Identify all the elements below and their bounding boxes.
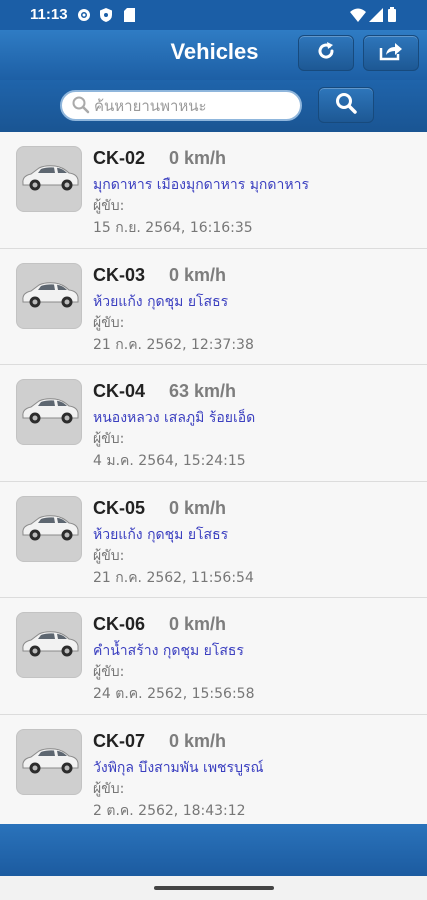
vehicle-driver: ผู้ขับ: (93, 198, 125, 214)
vehicle-plate: CK-02 (93, 148, 146, 168)
car-icon (16, 262, 82, 329)
car-icon (16, 379, 82, 445)
vehicle-plate: CK-04 (93, 381, 146, 401)
vehicle-speed: 0 km/h (169, 614, 227, 634)
battery-icon (388, 7, 396, 26)
signal-icon (369, 7, 383, 26)
vehicle-timestamp: 4 ม.ค. 2564, 15:24:15 (93, 453, 246, 469)
vehicle-speed: 0 km/h (169, 730, 227, 751)
vehicle-driver: ผู้ขับ: (93, 314, 125, 331)
vehicle-location: คำน้ำสร้าง กุดชุม ยโสธร (93, 643, 244, 659)
car-icon (16, 495, 82, 562)
settings-icon (77, 7, 91, 26)
shield-icon (100, 7, 112, 26)
vehicle-location: วังพิกุล บึงสามพัน เพชรบูรณ์ (93, 759, 264, 776)
vehicle-timestamp: 21 ก.ค. 2562, 11:56:54 (93, 569, 254, 586)
car-icon (16, 612, 82, 678)
vehicle-row[interactable]: CK-02 0 km/h มุกดาหาร เมืองมุกดาหาร มุกด… (0, 132, 427, 249)
search-field-icon (72, 96, 90, 118)
vehicle-list: CK-02 0 km/h มุกดาหาร เมืองมุกดาหาร มุกด… (0, 132, 427, 824)
vehicle-driver: ผู้ขับ: (93, 780, 125, 797)
vehicle-row[interactable]: CK-06 0 km/h คำน้ำสร้าง กุดชุม ยโสธร ผู้… (0, 598, 427, 715)
vehicle-location: มุกดาหาร เมืองมุกดาหาร มุกดาหาร (93, 177, 309, 193)
search-field[interactable] (60, 90, 302, 121)
status-bar: 11:13 (0, 0, 427, 30)
vehicle-speed: 0 km/h (169, 497, 227, 518)
vehicle-driver: ผู้ขับ: (93, 431, 125, 447)
vehicle-row[interactable]: CK-03 0 km/h ห้วยแก้ง กุดชุม ยโสธร ผู้ขั… (0, 248, 427, 365)
vehicle-speed: 63 km/h (169, 381, 237, 401)
status-time: 11:13 (30, 6, 68, 23)
home-gesture-handle[interactable] (154, 886, 274, 890)
vehicle-row[interactable]: CK-07 0 km/h วังพิกุล บึงสามพัน เพชรบูรณ… (0, 714, 427, 824)
refresh-button[interactable] (298, 35, 354, 71)
vehicle-plate: CK-05 (93, 497, 146, 518)
car-icon (16, 728, 82, 795)
vehicle-row[interactable]: CK-05 0 km/h ห้วยแก้ง กุดชุม ยโสธร ผู้ขั… (0, 481, 427, 598)
vehicle-timestamp: 2 ต.ค. 2562, 18:43:12 (93, 802, 246, 819)
footer-toolbar (0, 824, 427, 876)
vehicle-speed: 0 km/h (169, 264, 227, 285)
refresh-icon (315, 40, 337, 66)
share-button[interactable] (363, 35, 419, 71)
vehicle-location: หนองหลวง เสลภูมิ ร้อยเอ็ด (93, 410, 256, 426)
system-nav-bar (0, 876, 427, 900)
vehicle-row[interactable]: CK-04 63 km/h หนองหลวง เสลภูมิ ร้อยเอ็ด … (0, 365, 427, 482)
sd-card-icon (124, 7, 135, 26)
vehicle-plate: CK-06 (93, 614, 146, 634)
vehicle-location: ห้วยแก้ง กุดชุม ยโสธร (93, 293, 229, 310)
car-icon (16, 146, 82, 212)
vehicle-timestamp: 15 ก.ย. 2564, 16:16:35 (93, 220, 253, 236)
vehicle-plate: CK-03 (93, 264, 146, 285)
vehicle-driver: ผู้ขับ: (93, 664, 125, 680)
search-button[interactable] (318, 87, 374, 123)
search-icon (335, 92, 357, 118)
vehicle-plate: CK-07 (93, 730, 146, 751)
search-bar (0, 80, 427, 132)
app-header: Vehicles (0, 30, 427, 80)
search-input[interactable] (94, 95, 294, 117)
wifi-icon (350, 7, 366, 26)
vehicle-speed: 0 km/h (169, 148, 227, 168)
vehicle-timestamp: 21 ก.ค. 2562, 12:37:38 (93, 336, 254, 353)
vehicle-timestamp: 24 ต.ค. 2562, 15:56:58 (93, 686, 255, 702)
vehicle-location: ห้วยแก้ง กุดชุม ยโสธร (93, 526, 229, 543)
vehicle-driver: ผู้ขับ: (93, 547, 125, 564)
share-icon (378, 40, 404, 66)
